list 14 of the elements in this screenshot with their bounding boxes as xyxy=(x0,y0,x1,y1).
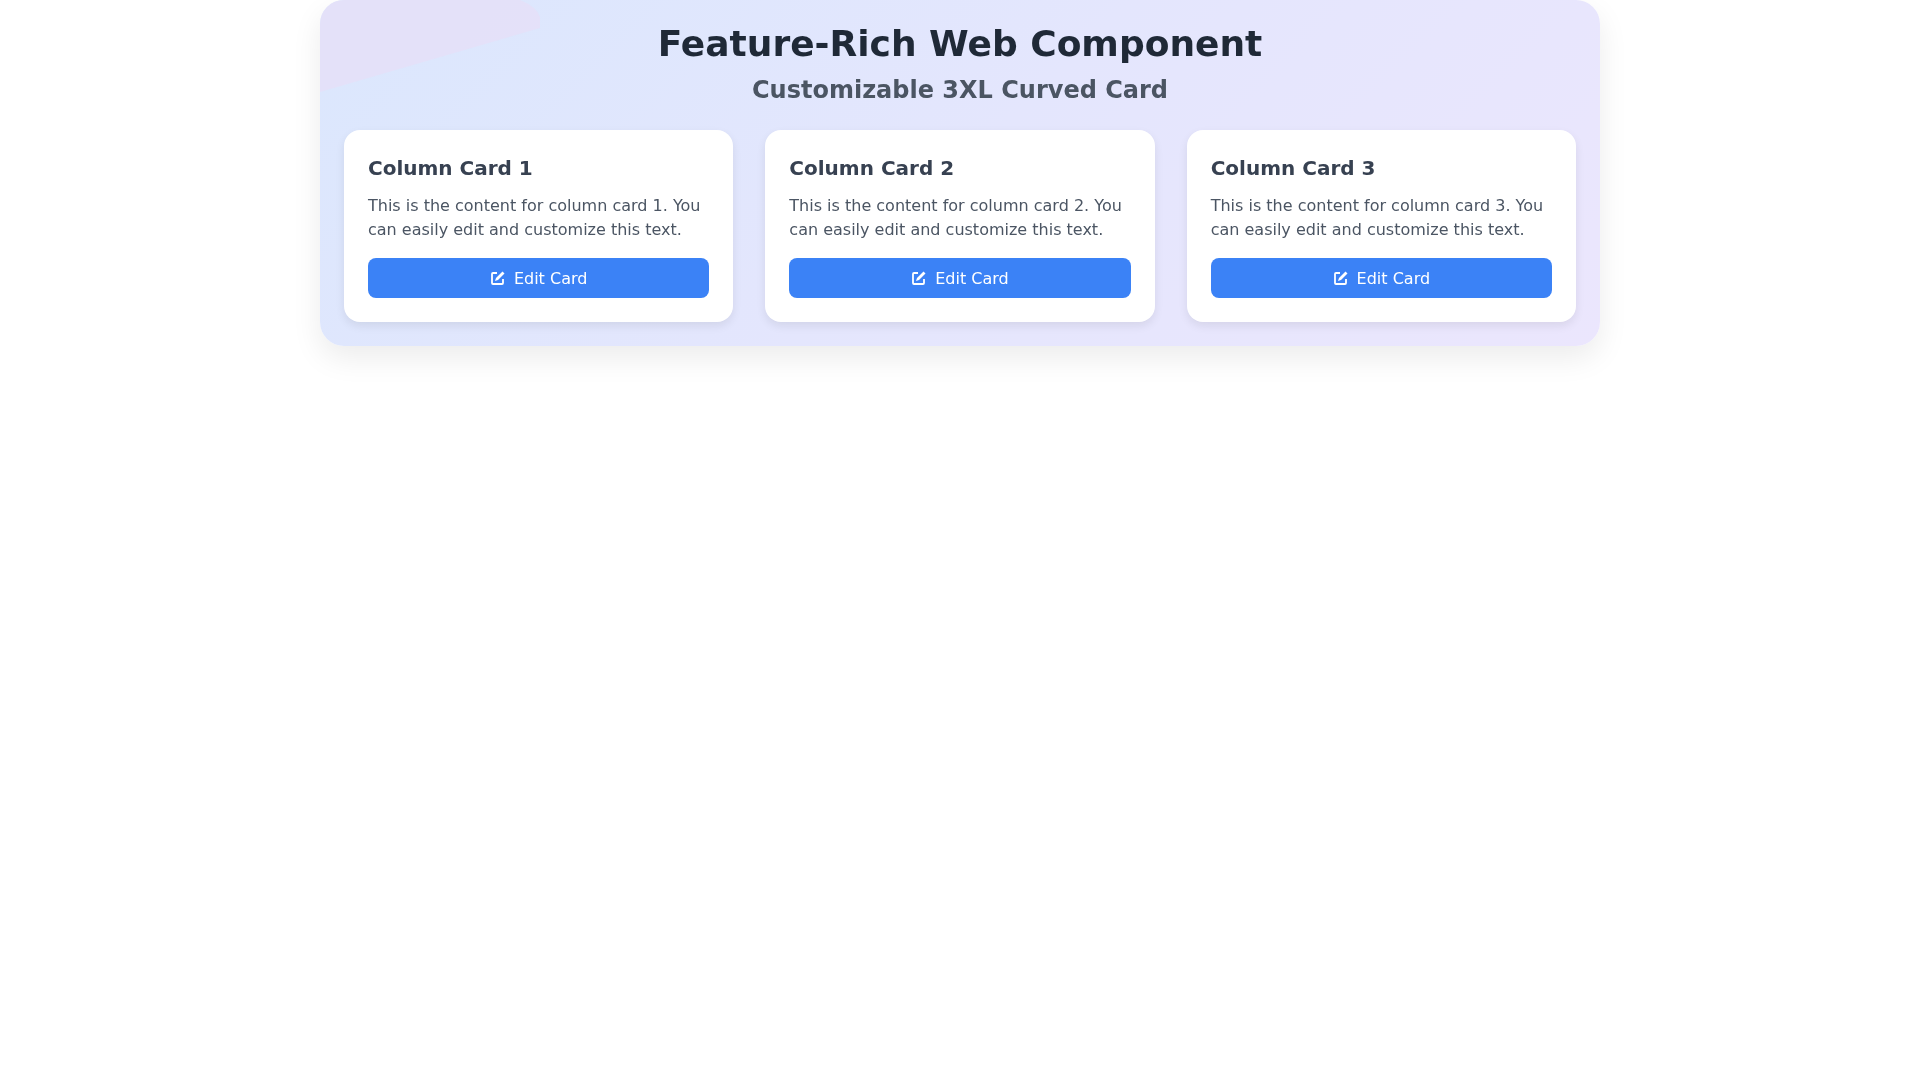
edit-icon xyxy=(489,270,506,286)
card-text: This is the content for column card 3. You can easily edit and customize this text. xyxy=(1210,195,1545,241)
page-title: Feature-Rich Web Component xyxy=(656,22,1264,66)
edit-card-button[interactable]: Edit Card xyxy=(1210,258,1552,298)
card-title: Column Card 2 xyxy=(789,155,956,182)
card-title: Column Card 3 xyxy=(1210,155,1377,182)
card-text: This is the content for column card 2. You can easily edit and customize this text. xyxy=(789,195,1123,241)
edit-icon xyxy=(911,270,928,286)
page-subtitle: Customizable 3XL Curved Card xyxy=(750,75,1170,106)
card-title: Column Card 1 xyxy=(368,155,534,182)
edit-icon xyxy=(1332,270,1349,286)
edit-card-button[interactable]: Edit Card xyxy=(789,258,1131,298)
edit-card-button[interactable]: Edit Card xyxy=(368,258,710,298)
card-text: This is the content for column card 1. You can easily edit and customize this text. xyxy=(368,195,702,241)
